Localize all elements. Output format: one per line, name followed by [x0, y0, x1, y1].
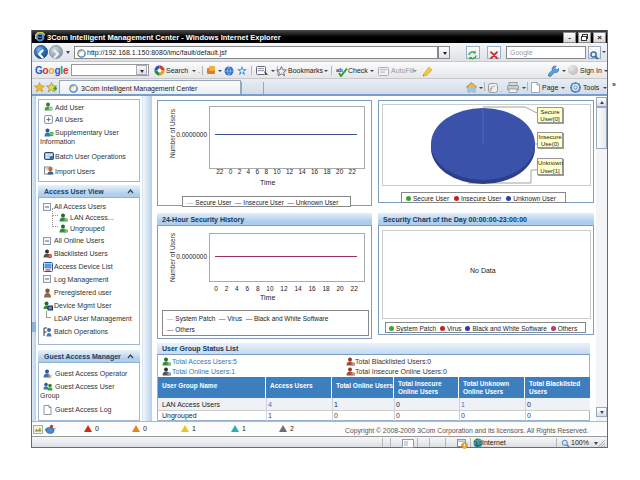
svg-text:ab: ab [336, 67, 343, 73]
